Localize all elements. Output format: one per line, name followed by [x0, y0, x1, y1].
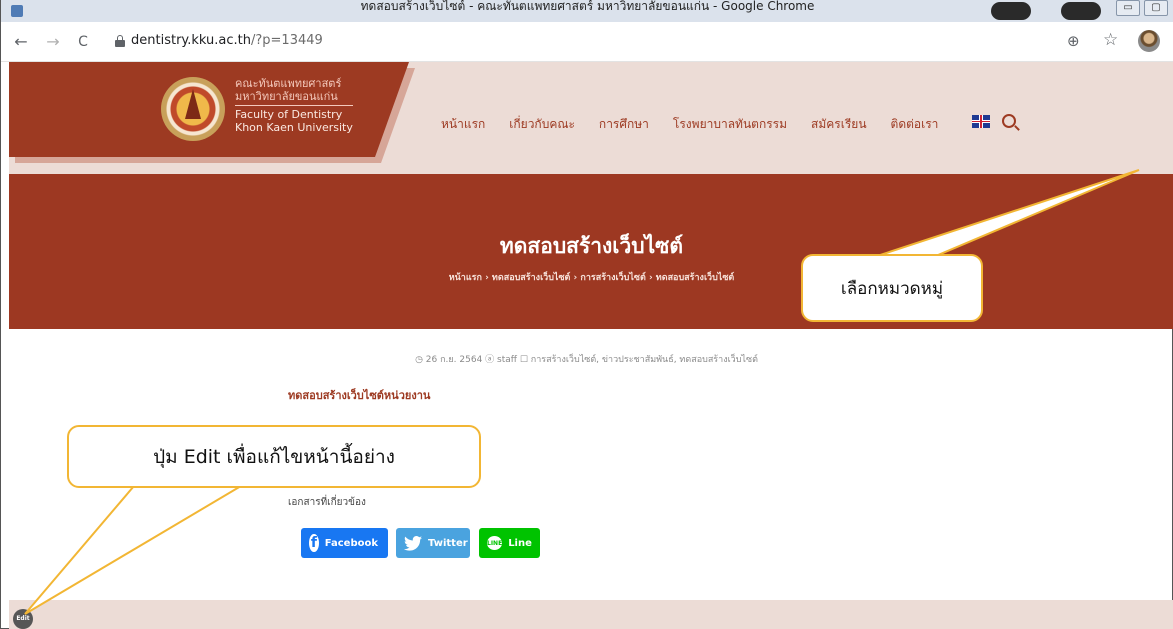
menu-item-education[interactable]: การศึกษา — [599, 115, 649, 134]
line-label: Line — [508, 537, 532, 549]
breadcrumb[interactable]: หน้าแรก › ทดสอบสร้างเว็บไซต์ › การสร้างเ… — [9, 270, 1173, 284]
facebook-share-button[interactable]: f Facebook — [301, 528, 388, 558]
browser-toolbar: ← → C dentistry.kku.ac.th/?p=13449 ⊕ ☆ — [1, 22, 1173, 62]
page-hero: ทดสอบสร้างเว็บไซต์ หน้าแรก › ทดสอบสร้างเ… — [9, 174, 1173, 329]
main-menu: หน้าแรก เกี่ยวกับคณะ การศึกษา โรงพยาบาลท… — [441, 115, 962, 134]
menu-item-about[interactable]: เกี่ยวกับคณะ — [509, 115, 575, 134]
logo-line-en-2: Khon Kaen University — [235, 121, 353, 134]
edit-callout: ปุ่ม Edit เพื่อแก้ไขหน้านี้อย่าง — [67, 425, 481, 488]
back-icon[interactable]: ← — [11, 32, 31, 52]
category-callout: เลือกหมวดหมู่ — [801, 254, 983, 322]
english-flag-icon[interactable] — [972, 115, 990, 128]
page-title: ทดสอบสร้างเว็บไซต์ — [499, 234, 684, 258]
university-seal-logo[interactable] — [161, 77, 225, 141]
facebook-label: Facebook — [324, 537, 378, 549]
address-bar[interactable]: dentistry.kku.ac.th/?p=13449 — [101, 28, 1101, 56]
browser-window: ทดสอบสร้างเว็บไซต์ - คณะทันตแพทยศาสตร์ ม… — [0, 0, 1173, 629]
window-titlebar: ทดสอบสร้างเว็บไซต์ - คณะทันตแพทยศาสตร์ ม… — [1, 0, 1173, 22]
reload-icon[interactable]: C — [73, 32, 93, 52]
line-share-button[interactable]: LINE Line — [479, 528, 540, 558]
footer-band — [9, 600, 1173, 629]
window-title: ทดสอบสร้างเว็บไซต์ - คณะทันตแพทยศาสตร์ ม… — [360, 0, 815, 13]
menu-item-admission[interactable]: สมัครเรียน — [811, 115, 867, 134]
profile-avatar[interactable] — [1138, 30, 1160, 52]
facebook-icon: f — [309, 534, 319, 552]
line-icon: LINE — [487, 536, 503, 550]
edit-button[interactable]: Edit — [13, 609, 33, 629]
post-heading: ทดสอบสร้างเว็บไซต์หน่วยงาน — [288, 389, 431, 402]
twitter-share-button[interactable]: Twitter — [396, 528, 470, 558]
twitter-label: Twitter — [428, 537, 468, 549]
menu-item-hospital[interactable]: โรงพยาบาลทันตกรรม — [673, 115, 787, 134]
post-meta[interactable]: ◷ 26 ก.ย. 2564 ⓐ staff ☐ การสร้างเว็บไซต… — [1, 352, 1172, 366]
url-text[interactable]: dentistry.kku.ac.th/?p=13449 — [131, 33, 323, 48]
window-controls: ▭ ▢ — [1116, 0, 1168, 16]
bookmark-star-icon[interactable]: ☆ — [1103, 30, 1118, 50]
twitter-icon — [404, 534, 422, 552]
lock-icon[interactable] — [115, 35, 125, 47]
menu-item-home[interactable]: หน้าแรก — [441, 115, 485, 134]
forward-icon[interactable]: → — [43, 32, 63, 52]
edit-callout-pointer — [24, 485, 245, 615]
menu-item-contact[interactable]: ติดต่อเรา — [891, 115, 939, 134]
restore-button[interactable]: ▢ — [1144, 0, 1168, 16]
related-docs-label: เอกสารที่เกี่ยวข้อง — [288, 497, 366, 508]
logo-line-en-1: Faculty of Dentistry — [235, 108, 343, 121]
logo-line-thai-1: คณะทันตแพทยศาสตร์ — [235, 77, 342, 90]
site-header: คณะทันตแพทยศาสตร์ มหาวิทยาลัยขอนแก่น Fac… — [9, 62, 1173, 174]
faculty-logo-text[interactable]: คณะทันตแพทยศาสตร์ มหาวิทยาลัยขอนแก่น Fac… — [235, 77, 353, 134]
minimize-button[interactable]: ▭ — [1116, 0, 1140, 16]
zoom-icon[interactable]: ⊕ — [1067, 32, 1080, 50]
logo-line-thai-2: มหาวิทยาลัยขอนแก่น — [235, 90, 338, 103]
search-icon[interactable] — [1002, 114, 1016, 128]
